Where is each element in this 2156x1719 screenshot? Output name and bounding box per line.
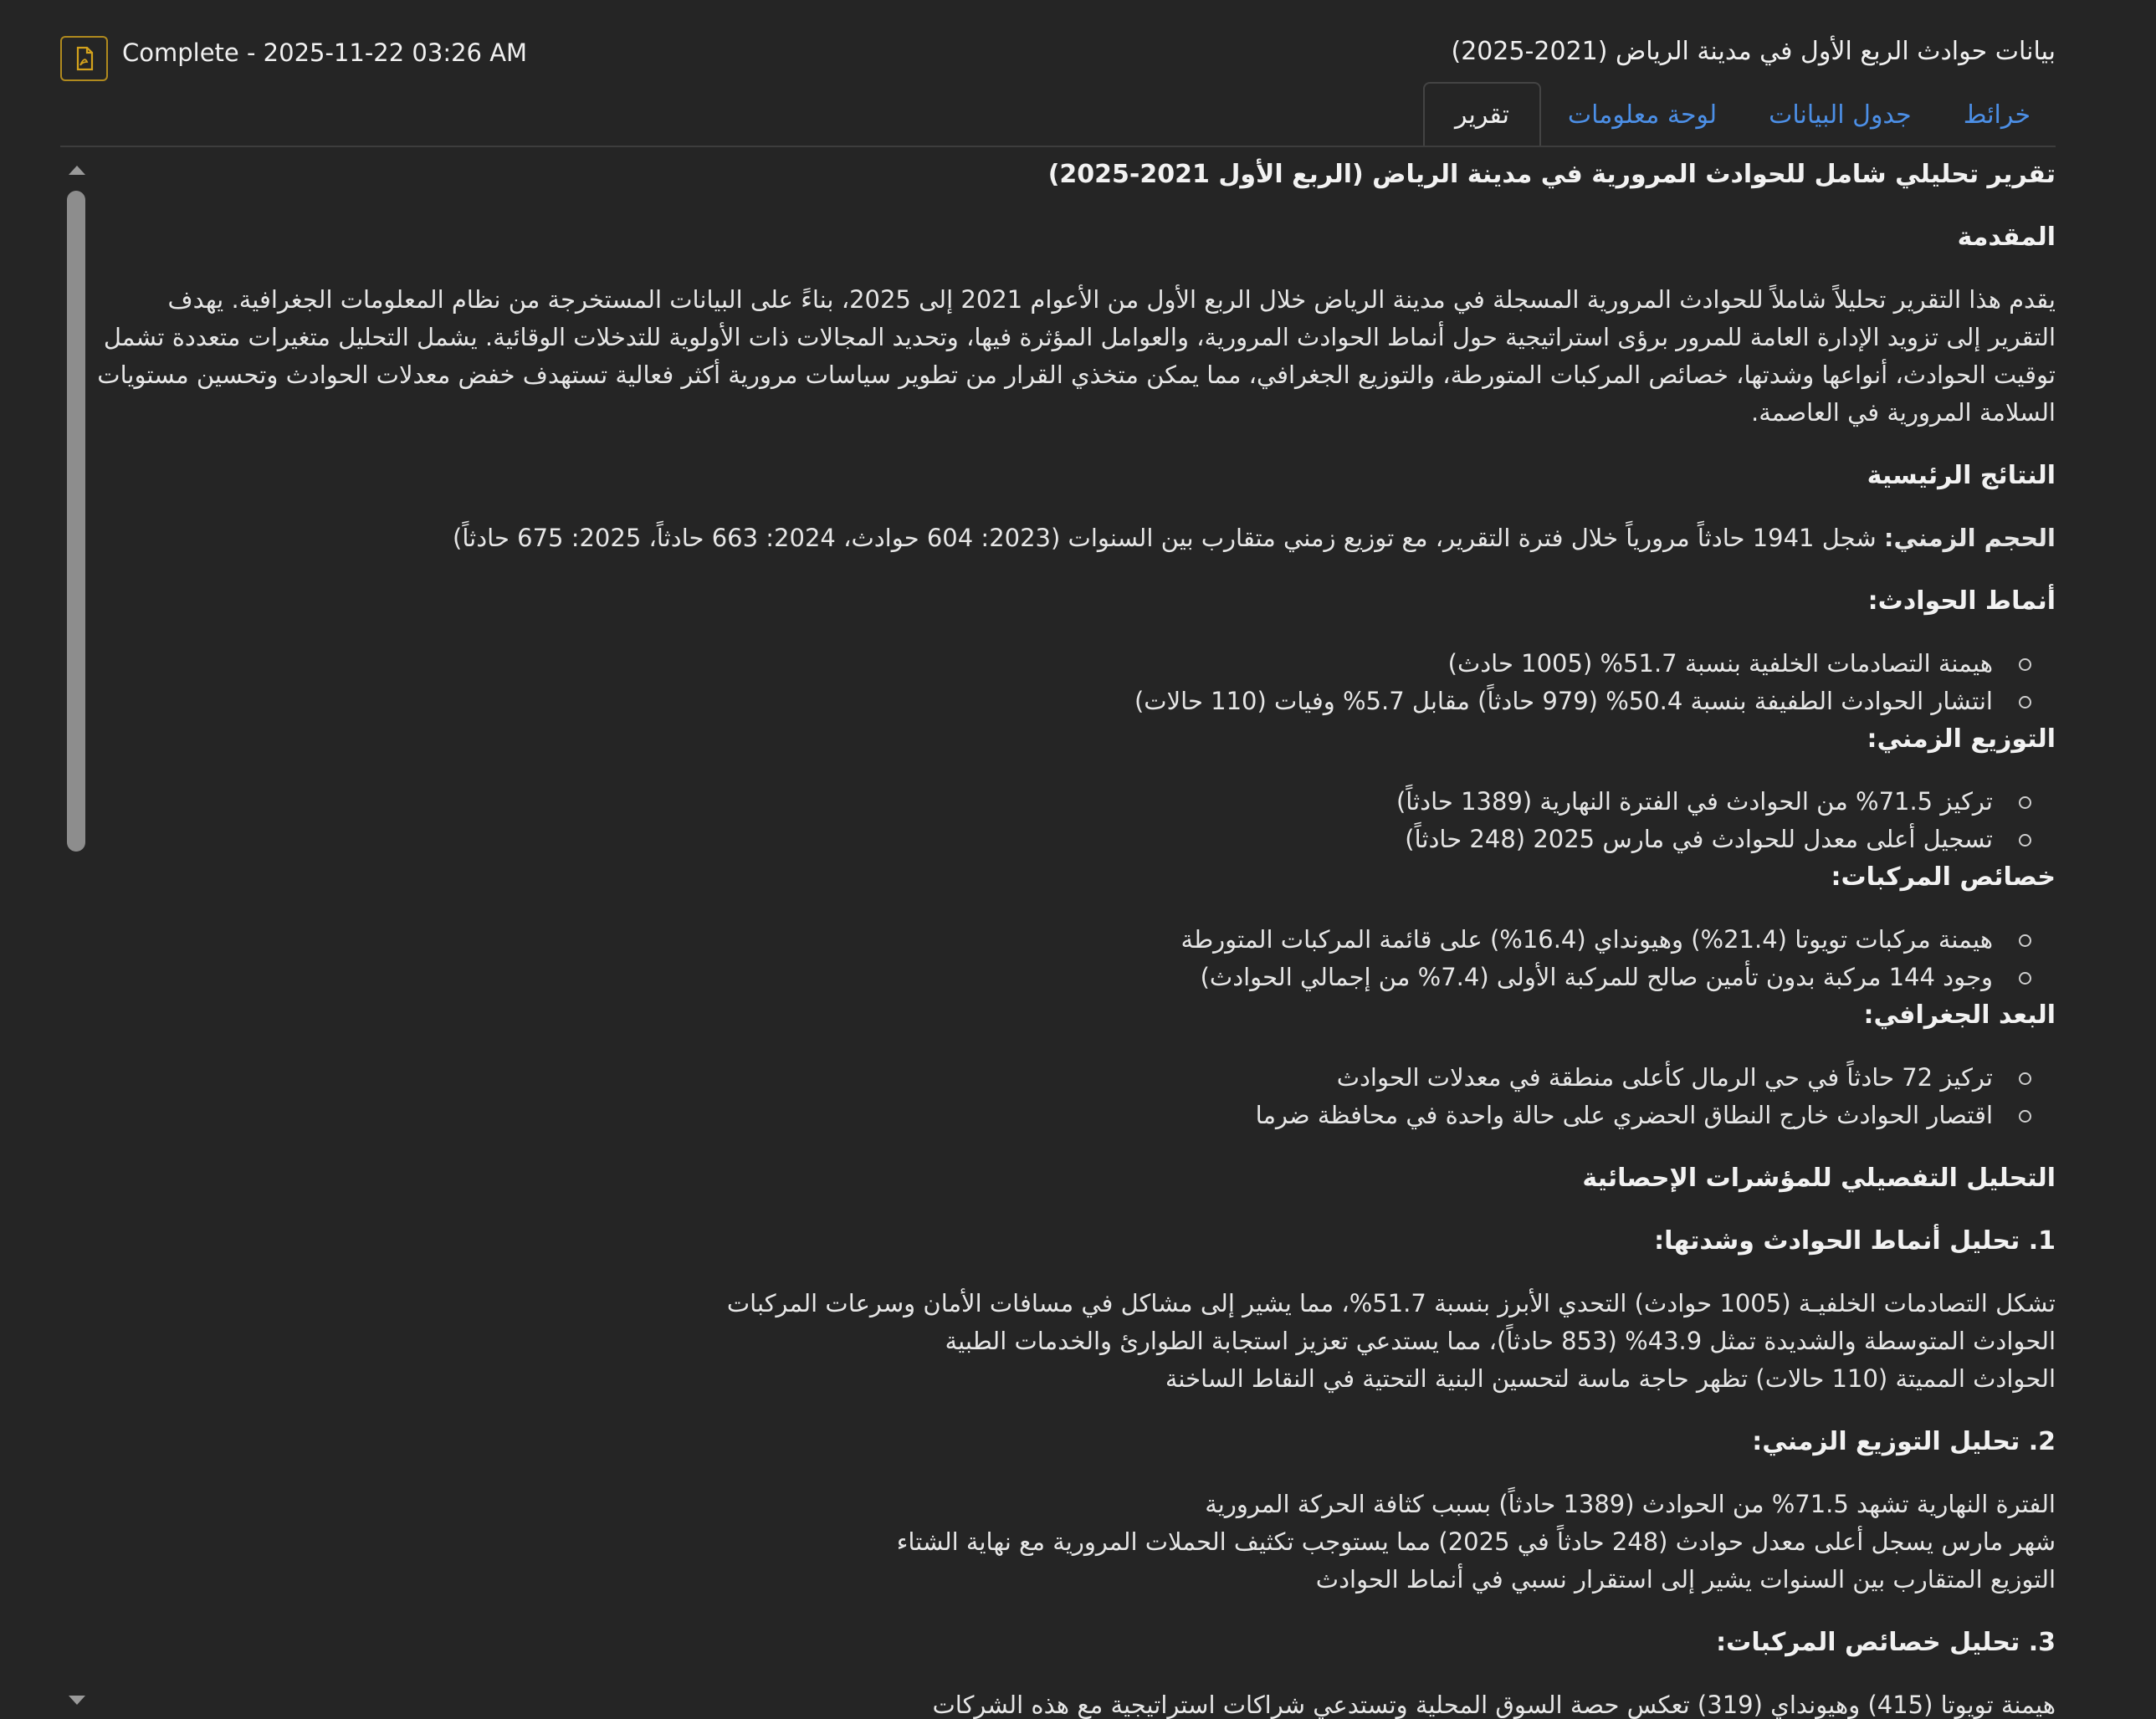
tab-report[interactable]: تقرير [1422, 82, 1541, 147]
section2-line: الفترة النهارية تشهد 71.5% من الحوادث (1… [1205, 1490, 2056, 1518]
pdf-file-icon [76, 46, 93, 71]
page-title: بيانات حوادث الربع الأول في مدينة الرياض… [1451, 37, 2056, 66]
triangle-down-icon [69, 1696, 85, 1705]
tab-data-table[interactable]: جدول البيانات [1744, 82, 1937, 147]
intro-paragraph: يقدم هذا التقرير تحليلاً شاملاً للحوادث … [97, 285, 2056, 427]
list-item: وجود 144 مركبة بدون تأمين صالح للمركبة ا… [94, 959, 2031, 996]
section2-heading: 2. تحليل التوزيع الزمني: [1752, 1427, 2056, 1456]
geo-list: تركيز 72 حادثاً في حي الرمال كأعلى منطقة… [94, 1059, 2056, 1134]
list-item: تركيز 72 حادثاً في حي الرمال كأعلى منطقة… [94, 1059, 2031, 1097]
tab-dashboard[interactable]: لوحة معلومات [1543, 82, 1742, 147]
report-header: Complete - 2025-11-22 03:26 AM بيانات حو… [0, 0, 2156, 147]
section1-heading: 1. تحليل أنماط الحوادث وشدتها: [1654, 1226, 2056, 1256]
report-content: تقرير تحليلي شامل للحوادث المرورية في مد… [94, 156, 2056, 1719]
detail-heading: التحليل التفصيلي للمؤشرات الإحصائية [1582, 1164, 2056, 1193]
vehicles-list: هيمنة مركبات تويوتا (21.4%) وهيونداي (16… [94, 921, 2056, 996]
list-item: تركيز 71.5% من الحوادث في الفترة النهاري… [94, 783, 2031, 821]
temporal-heading: التوزيع الزمني: [1867, 724, 2056, 754]
section3-heading: 3. تحليل خصائص المركبات: [1716, 1628, 2056, 1657]
findings-heading: النتائج الرئيسية [1867, 461, 2056, 490]
list-item: انتشار الحوادث الطفيفة بنسبة 50.4% (979 … [94, 683, 2031, 720]
temporal-list: تركيز 71.5% من الحوادث في الفترة النهاري… [94, 783, 2056, 858]
volume-text: شجل 1941 حادثاً مرورياً خلال فترة التقري… [453, 524, 1884, 552]
patterns-list: هيمنة التصادمات الخلفية بنسبة 51.7% (100… [94, 645, 2056, 720]
tab-bar: تقرير لوحة معلومات جدول البيانات خرائط [1421, 82, 2056, 147]
section1-line: الحوادث المتوسطة والشديدة تمثل 43.9% (85… [945, 1327, 2056, 1355]
tab-divider [60, 146, 2056, 147]
scroll-down-button[interactable] [60, 1688, 94, 1713]
vehicles-heading: خصائص المركبات: [1831, 862, 2056, 892]
geo-heading: البعد الجغرافي: [1863, 1000, 2056, 1030]
list-item: هيمنة التصادمات الخلفية بنسبة 51.7% (100… [94, 645, 2031, 683]
section3-line: هيمنة تويوتا (415) وهيونداي (319) تعكس ح… [932, 1691, 2056, 1719]
scroll-thumb[interactable] [67, 191, 85, 852]
section1-line: الحوادث المميتة (110 حالات) تظهر حاجة ما… [1165, 1364, 2056, 1393]
triangle-up-icon [69, 166, 85, 175]
intro-heading: المقدمة [1957, 223, 2056, 252]
list-item: اقتصار الحوادث خارج النطاق الحضري على حا… [94, 1097, 2031, 1134]
scroll-up-button[interactable] [60, 157, 94, 182]
list-item: هيمنة مركبات تويوتا (21.4%) وهيونداي (16… [94, 921, 2031, 959]
section1-line: تشكل التصادمات الخلفيـة (1005 حوادث) الت… [726, 1289, 2056, 1317]
vertical-scrollbar[interactable] [60, 157, 94, 1713]
export-pdf-button[interactable] [60, 36, 108, 81]
patterns-heading: أنماط الحوادث: [1867, 586, 2056, 616]
volume-paragraph: الحجم الزمني: شجل 1941 حادثاً مرورياً خل… [94, 519, 2056, 557]
report-title: تقرير تحليلي شامل للحوادث المرورية في مد… [1047, 160, 2056, 189]
list-item: تسجيل أعلى معدل للحوادث في مارس 2025 (24… [94, 821, 2031, 858]
status-text: Complete - 2025-11-22 03:26 AM [122, 38, 528, 67]
section2-line: شهر مارس يسجل أعلى معدل حوادث (248 حادثا… [896, 1527, 2056, 1556]
tab-maps[interactable]: خرائط [1938, 82, 2056, 147]
section2-line: التوزيع المتقارب بين السنوات يشير إلى اس… [1315, 1565, 2056, 1594]
volume-label: الحجم الزمني: [1883, 524, 2056, 552]
